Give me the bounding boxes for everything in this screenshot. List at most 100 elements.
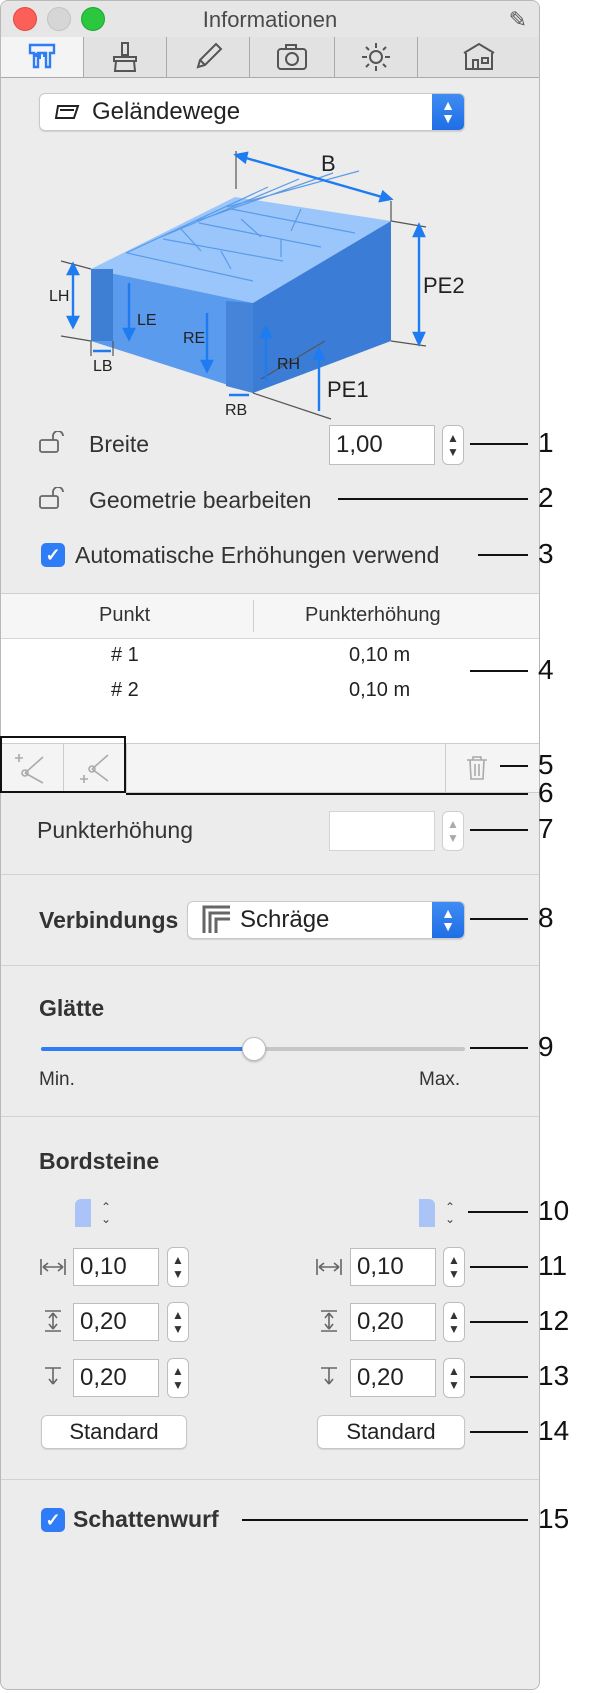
smoothness-max-label: Max. [419,1069,461,1090]
left-curb-profile-stepper[interactable]: ⌃ ⌄ [101,1201,111,1225]
callout-number: 15 [538,1503,570,1534]
right-curb-depth-input[interactable]: 0,20 [350,1359,436,1397]
window-title: Informationen [202,7,338,32]
shadow-checkbox[interactable]: ✓ [41,1508,65,1532]
callout-line [470,1266,528,1268]
point-elevation-stepper[interactable]: ▲ ▼ [442,811,464,851]
table-header: Punkt Punkterhöhung [1,594,539,639]
pencil-icon [196,42,223,69]
sun-icon [362,43,390,71]
right-curb-profile-icon [419,1199,435,1227]
label-pe1: PE1 [327,377,369,402]
callout-line [126,793,528,795]
callout-line [500,765,528,767]
connection-label: Verbindungs [39,907,179,933]
column-header-elevation[interactable]: Punkterhöhung [305,604,441,627]
callout-number: 7 [538,813,554,844]
auto-elevation-checkbox[interactable]: ✓ [41,543,65,567]
select-arrow-icon: ▲ ▼ [432,94,464,130]
left-curb-depth-stepper[interactable]: ▲ ▼ [167,1358,189,1398]
divider [1,965,539,966]
tab-camera[interactable] [250,37,335,77]
points-table: Punkt Punkterhöhung # 1 0,10 m # 2 0,10 … [1,593,539,744]
width-dimension-icon [40,1259,66,1275]
pin-icon[interactable]: ✎ [509,7,527,33]
depth-dimension-icon [45,1367,61,1385]
slider-knob[interactable] [242,1037,266,1061]
callout-line [470,1431,528,1433]
callout-number: 14 [538,1415,570,1446]
row-point: # 2 [111,679,139,701]
callout-line [468,1211,528,1213]
callout-line [470,829,528,831]
width-stepper[interactable]: ▲ ▼ [442,425,464,465]
left-curb-height-stepper[interactable]: ▲ ▼ [167,1302,189,1342]
callout-line [470,1376,528,1378]
divider [1,1479,539,1480]
lock-open-icon[interactable] [39,487,67,509]
tab-bar [1,37,539,78]
callout-number: 2 [538,482,554,513]
left-curb-width-input[interactable]: 0,10 [73,1248,159,1286]
right-curb-profile-stepper[interactable]: ⌃ ⌄ [445,1201,455,1225]
right-curb-height-stepper[interactable]: ▲ ▼ [443,1302,465,1342]
right-curb-width-stepper[interactable]: ▲ ▼ [443,1247,465,1287]
right-curb-depth-stepper[interactable]: ▲ ▼ [443,1358,465,1398]
label-rh: RH [277,356,300,373]
brush-icon [113,42,137,72]
height-dimension-icon [45,1310,61,1332]
row-elevation: 0,10 m [349,644,411,666]
path-type-value: Geländewege [92,98,241,125]
right-curb-width-input[interactable]: 0,10 [350,1248,436,1286]
right-curb-standard-button[interactable]: Standard [317,1415,465,1449]
point-elevation-input[interactable] [329,811,435,851]
left-curb-depth-input[interactable]: 0,20 [73,1359,159,1397]
label-lb: LB [93,358,113,375]
left-curb-height-input[interactable]: 0,20 [73,1303,159,1341]
connection-select[interactable]: Schräge ▲ ▼ [187,901,465,939]
smoothness-label: Glätte [39,995,105,1021]
column-header-point[interactable]: Punkt [99,604,150,627]
callout-highlight-box [0,736,126,793]
tab-building[interactable] [418,37,539,77]
path-type-select[interactable]: Geländewege ▲ ▼ [39,93,465,131]
right-curb-height-input[interactable]: 0,20 [350,1303,436,1341]
smoothness-min-label: Min. [39,1069,75,1090]
tab-lighting[interactable] [335,37,418,77]
path-section-diagram: B PE2 PE1 LH LE RE RH LB RB [49,151,465,420]
delete-point-button[interactable] [445,744,508,792]
callout-number: 6 [538,777,554,808]
lock-open-icon[interactable] [39,431,67,453]
label-pe2: PE2 [423,273,465,298]
tab-edit[interactable] [167,37,250,77]
edit-geometry-label[interactable]: Geometrie bearbeiten [89,487,311,514]
column-divider [253,600,254,632]
callout-number: 4 [538,654,554,685]
height-dimension-icon [321,1310,337,1332]
callout-number: 3 [538,538,554,569]
callout-number: 12 [538,1305,570,1336]
callout-line [470,670,528,672]
building-icon [462,42,495,70]
point-elevation-label: Punkterhöhung [37,817,194,843]
callout-line [338,498,528,500]
tab-dimensions[interactable] [1,37,84,77]
smoothness-slider[interactable] [41,1037,465,1061]
row-point: # 1 [111,644,139,666]
callout-number: 11 [538,1250,568,1281]
info-panel: Informationen ✎ Geländewege ▲ ▼ B PE2 PE… [0,0,540,1690]
left-curb-width-stepper[interactable]: ▲ ▼ [167,1247,189,1287]
label-re: RE [183,330,205,347]
width-input[interactable]: 1,00 [329,425,435,465]
trash-icon [467,756,487,780]
callout-line [470,1047,528,1049]
tab-materials[interactable] [84,37,167,77]
callout-number: 13 [538,1360,570,1391]
width-label: Breite [89,431,150,457]
terrain-path-icon [54,105,80,119]
callout-number: 8 [538,902,554,933]
callout-line [470,918,528,920]
left-curb-standard-button[interactable]: Standard [41,1415,187,1449]
callout-line [478,554,528,556]
shadow-label: Schattenwurf [73,1506,219,1532]
